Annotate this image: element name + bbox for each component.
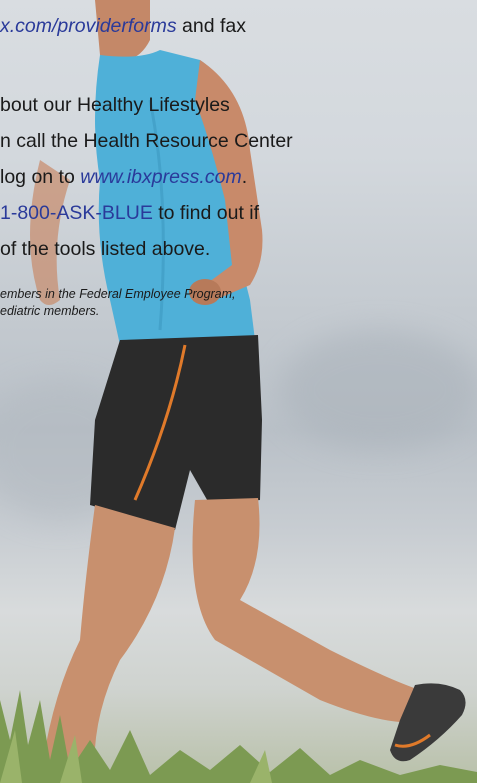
text-fragment: log on to [0,166,81,188]
footnote-line2: ediatric members. [0,304,100,318]
text-fragment: to find out if [152,202,260,224]
footnote-line1: embers in the Federal Employee Program, [0,287,236,301]
paragraph1-line1: x.com/providerforms and fax [0,14,246,38]
phone-number[interactable]: 1-800-ASK-BLUE [0,202,153,224]
text-fragment: and fax [176,15,247,37]
paragraph2-line4: 1-800-ASK-BLUE to find out if [0,201,259,225]
provider-forms-link[interactable]: x.com/providerforms [0,15,177,37]
runner-photo [0,0,477,783]
paragraph2-line5: of the tools listed above. [0,238,211,260]
paragraph2-line3: log on to www.ibxpress.com. [0,165,247,189]
text-fragment: . [241,166,248,188]
paragraph2-line1: bout our Healthy Lifestyles [0,94,230,116]
paragraph2-line2: n call the Health Resource Center [0,130,293,152]
ibxpress-link[interactable]: www.ibxpress.com [80,166,241,188]
